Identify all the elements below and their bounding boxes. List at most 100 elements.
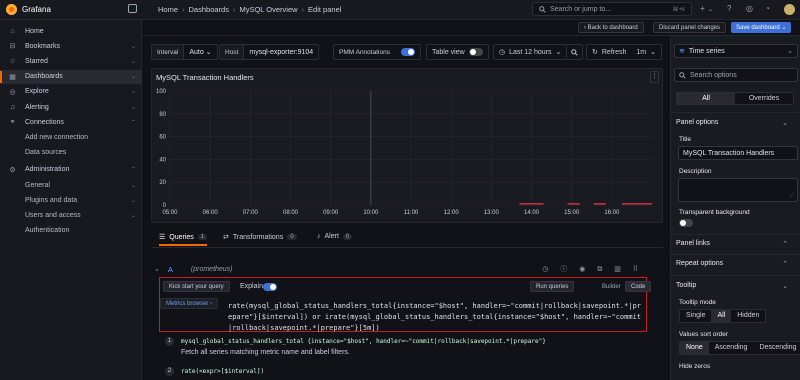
explain-switch[interactable]: [263, 283, 277, 291]
options-search-input[interactable]: Search options: [674, 68, 798, 82]
panel-links-header[interactable]: Panel links: [676, 240, 710, 247]
host-value[interactable]: mysql-exporter:9104: [244, 49, 318, 56]
sidebar-item-label: Starred: [25, 57, 48, 65]
time-range-picker[interactable]: ◷ Last 12 hours ⌄: [493, 44, 568, 60]
resize-handle-icon[interactable]: ⟋: [790, 193, 794, 200]
discard-changes-button[interactable]: Discard panel changes: [653, 22, 727, 33]
table-view-toggle[interactable]: Table view: [426, 44, 489, 60]
sort-none[interactable]: None: [680, 342, 709, 354]
sort-descending[interactable]: Descending: [753, 342, 800, 354]
mode-hidden[interactable]: Hidden: [731, 310, 765, 322]
sidebar-item-data-sources[interactable]: Data sources: [0, 146, 142, 160]
search-input[interactable]: Search or jump to... ⌘+k: [532, 2, 692, 16]
table-view-switch[interactable]: [468, 48, 483, 56]
zoom-out-button[interactable]: [566, 44, 583, 60]
kickstart-button[interactable]: Kick start your query: [163, 281, 230, 292]
sidebar-item-explore[interactable]: ◎ Explore ⌄: [0, 85, 142, 99]
sidebar-item-label: Home: [25, 27, 44, 35]
chevron-icon[interactable]: ⌄: [131, 197, 136, 204]
query-row-actions[interactable]: ◷ ⓘ ◉ ⧉ ▥ ⠿: [542, 264, 643, 274]
code-mode-button[interactable]: Code: [625, 281, 652, 292]
sidebar-item-connections[interactable]: ⚭ Connections ⌃: [0, 115, 142, 129]
query-ref: A: [167, 264, 173, 274]
query-row-header[interactable]: ⌄ A (prometheus) ◷ ⓘ ◉ ⧉ ▥ ⠿: [151, 262, 663, 276]
collapse-icon[interactable]: ⌄: [154, 265, 160, 273]
interval-value[interactable]: Auto ⌄: [184, 48, 216, 56]
sidebar-item-administration[interactable]: ⚙ Administration ⌃: [0, 163, 142, 177]
run-queries-button[interactable]: Run queries: [530, 281, 575, 292]
x-tick-label: 15:00: [564, 210, 580, 216]
tooltip-mode-radio: Single All Hidden: [679, 309, 767, 323]
transparent-label: Transparent background: [679, 209, 750, 216]
time-series-icon: ≋: [679, 48, 685, 55]
sidebar-item-label: Authentication: [25, 227, 70, 235]
chevron-icon[interactable]: ⌄: [131, 88, 136, 95]
title-input[interactable]: MySQL Transaction Handlers: [678, 146, 798, 160]
chevron-icon[interactable]: ⌄: [131, 73, 136, 80]
y-tick-label: 80: [159, 112, 166, 118]
sidebar-item-bookmarks[interactable]: ⊟ Bookmarks ⌄: [0, 39, 142, 53]
sort-ascending[interactable]: Ascending: [709, 342, 754, 354]
refresh-button[interactable]: ↻ Refresh 1m ⌄: [586, 44, 662, 60]
panel-options-header[interactable]: Panel options: [676, 119, 718, 126]
tooltip-header[interactable]: Tooltip: [676, 282, 696, 289]
new-plus-icon[interactable]: +: [700, 4, 705, 13]
tab-queries-count: 1: [197, 234, 208, 240]
profile-menu-icon[interactable]: ◔: [765, 4, 770, 13]
query-expression-input[interactable]: rate(mysql_global_status_handlers_total{…: [228, 301, 644, 334]
x-tick-label: 06:00: [203, 210, 219, 216]
host-label: Host: [220, 45, 245, 59]
breadcrumb-home[interactable]: Home: [158, 5, 178, 14]
sidebar-item-plugins-and-data[interactable]: Plugins and data ⌄: [0, 193, 142, 207]
brand[interactable]: Grafana: [6, 4, 51, 15]
x-tick-label: 16:00: [604, 210, 620, 216]
sidebar-item-alerting[interactable]: ♫ Alerting ⌄: [0, 100, 142, 114]
avatar[interactable]: [784, 4, 795, 15]
chevron-icon[interactable]: ⌄: [131, 58, 136, 65]
search-icon: [539, 5, 546, 13]
sidebar-item-authentication[interactable]: Authentication: [0, 224, 142, 238]
help-icon[interactable]: ?: [727, 4, 731, 13]
tab-overrides[interactable]: Overrides: [735, 93, 793, 104]
back-to-dashboard-button[interactable]: ‹ Back to dashboard: [578, 22, 644, 33]
sidebar-item-starred[interactable]: ☆ Starred ⌄: [0, 54, 142, 68]
host-variable[interactable]: Host mysql-exporter:9104: [219, 44, 320, 60]
pmm-switch[interactable]: [400, 48, 415, 56]
tab-alert[interactable]: ♪ Alert 0: [317, 233, 353, 240]
bell-icon: ♫: [9, 103, 16, 111]
chevron-icon[interactable]: ⌄: [131, 182, 136, 189]
dock-menu-icon[interactable]: [128, 4, 137, 13]
sidebar-item-users-and-access[interactable]: Users and access ⌄: [0, 208, 142, 222]
description-input[interactable]: [678, 178, 798, 202]
mode-single[interactable]: Single: [680, 310, 711, 322]
interval-variable[interactable]: Interval Auto ⌄: [151, 44, 218, 60]
chevron-icon[interactable]: ⌃: [131, 166, 136, 173]
tab-all[interactable]: All: [677, 93, 735, 104]
breadcrumb-dashboard[interactable]: MySQL Overview: [239, 5, 297, 14]
pmm-annotations-toggle[interactable]: PMM Annotations: [333, 44, 421, 60]
tab-queries[interactable]: ☰ Queries 1: [159, 233, 208, 246]
refresh-interval[interactable]: 1m: [636, 49, 646, 56]
new-chevron-icon[interactable]: ⌄: [708, 6, 713, 13]
repeat-options-header[interactable]: Repeat options: [676, 260, 723, 267]
news-icon[interactable]: ◎: [746, 4, 753, 13]
builder-mode-button[interactable]: Builder: [597, 281, 626, 292]
compass-icon: ◎: [9, 88, 16, 96]
save-dashboard-button[interactable]: Save dashboard ⌄: [731, 22, 792, 33]
transparent-switch[interactable]: [679, 219, 693, 227]
tab-transformations[interactable]: ⇄ Transformations 0: [223, 233, 297, 241]
visualization-picker[interactable]: ≋ Time series ⌄: [674, 44, 798, 58]
chevron-icon[interactable]: ⌄: [131, 43, 136, 50]
chevron-icon[interactable]: ⌄: [131, 104, 136, 111]
sidebar-item-general[interactable]: General ⌄: [0, 178, 142, 192]
chevron-icon[interactable]: ⌄: [131, 212, 136, 219]
sidebar-item-dashboards[interactable]: ▦ Dashboards ⌄: [0, 69, 142, 84]
breadcrumb-dashboards[interactable]: Dashboards: [189, 5, 229, 14]
metrics-browser-button[interactable]: Metrics browser ›: [160, 298, 219, 309]
chevron-icon[interactable]: ⌃: [131, 119, 136, 126]
sidebar-item-home[interactable]: ⌂ Home: [0, 24, 142, 38]
sidebar-item-add-new-connection[interactable]: Add new connection: [0, 130, 142, 144]
y-tick-label: 0: [163, 203, 167, 209]
mode-all[interactable]: All: [711, 310, 732, 322]
description-label: Description: [679, 168, 712, 175]
